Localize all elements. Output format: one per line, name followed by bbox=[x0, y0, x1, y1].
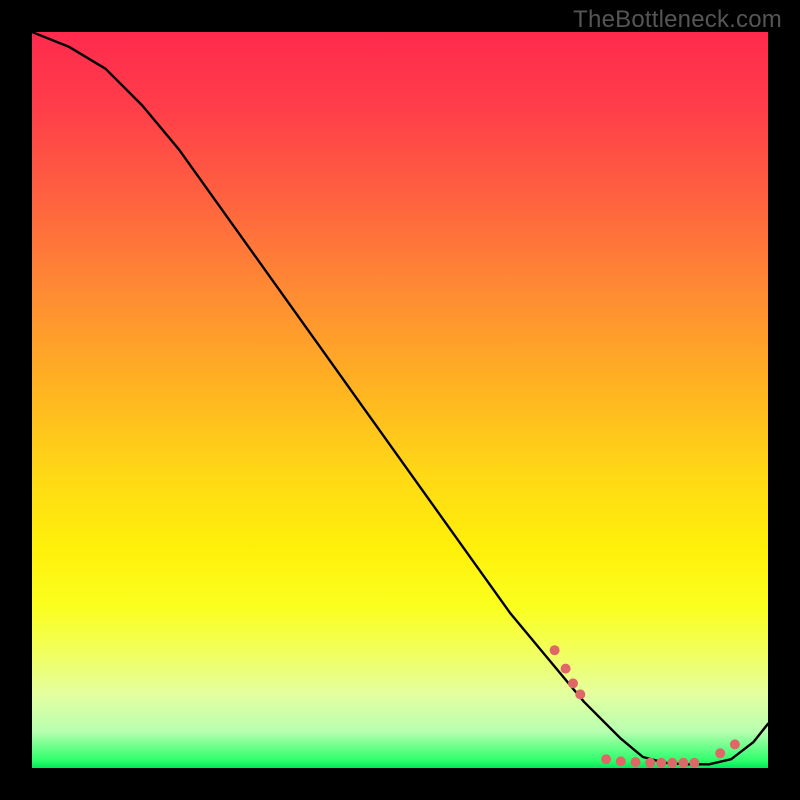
optimal-zone-dot bbox=[656, 758, 666, 768]
optimal-zone-dot bbox=[667, 758, 677, 768]
watermark-label: TheBottleneck.com bbox=[573, 6, 782, 34]
optimal-zone-dot bbox=[730, 739, 740, 749]
optimal-zone-dot bbox=[631, 757, 641, 767]
bottleneck-gradient-plot bbox=[32, 32, 768, 768]
optimal-zone-dot bbox=[568, 678, 578, 688]
optimal-zone-dot bbox=[550, 645, 560, 655]
optimal-zone-dots bbox=[550, 645, 740, 768]
optimal-zone-dot bbox=[601, 754, 611, 764]
optimal-zone-dot bbox=[678, 758, 688, 768]
bottleneck-curve bbox=[32, 32, 768, 764]
chart-stage: TheBottleneck.com bbox=[0, 0, 800, 800]
optimal-zone-dot bbox=[645, 758, 655, 768]
optimal-zone-dot bbox=[715, 748, 725, 758]
optimal-zone-dot bbox=[616, 756, 626, 766]
optimal-zone-dot bbox=[575, 689, 585, 699]
optimal-zone-dot bbox=[561, 664, 571, 674]
curve-layer bbox=[32, 32, 768, 768]
optimal-zone-dot bbox=[689, 758, 699, 768]
